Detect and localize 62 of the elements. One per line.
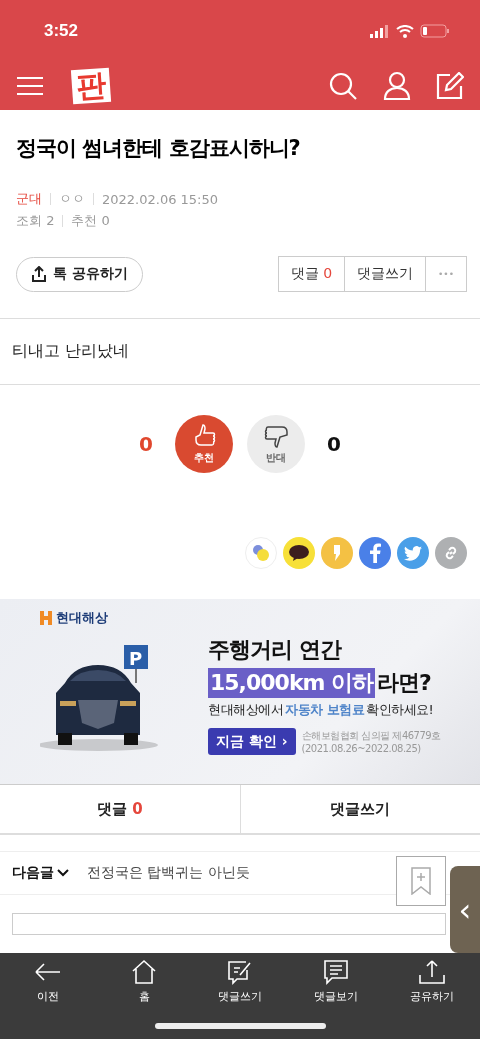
thumbs-up-icon	[192, 423, 216, 449]
battery-icon	[420, 24, 450, 38]
back-nav-button[interactable]: 이전	[0, 959, 96, 1007]
write-nav-button[interactable]: 댓글쓰기	[192, 959, 288, 1007]
ad-brand: 현대해상	[40, 609, 200, 627]
ad-headline: 주행거리 연간	[208, 636, 343, 664]
bookmark-add-icon	[411, 867, 431, 895]
chevron-down-icon	[57, 869, 69, 877]
status-time: 3:52	[44, 21, 79, 41]
ad-fine-print-dates: (2021.08.26~2022.08.25)	[301, 743, 422, 754]
pen-bubble-icon	[226, 959, 254, 985]
menu-icon[interactable]	[16, 76, 44, 96]
post-date: 2022.02.06 15:50	[102, 191, 219, 207]
post-title: 정국이 썸녀한테 호감표시하니?	[15, 135, 301, 162]
ad-subtext-highlight: 자동차 보험료	[285, 701, 365, 719]
home-icon	[130, 959, 158, 985]
signal-icon	[370, 24, 390, 38]
share-icon	[418, 959, 446, 985]
bird-icon	[404, 545, 422, 561]
facebook-share-button[interactable]	[359, 537, 391, 569]
speech-bubble-icon	[322, 959, 350, 985]
wifi-icon	[396, 24, 414, 38]
post-author: ㅇㅇ	[59, 190, 85, 208]
talk-share-button[interactable]: 톡 공유하기	[16, 256, 143, 292]
ad-fine-print: 손해보험협회 심의필 제46779호	[301, 729, 441, 743]
next-post-toggle[interactable]: 다음글	[12, 864, 69, 882]
view-nav-button[interactable]: 댓글보기	[288, 959, 384, 1007]
next-post-title[interactable]: 전정국은 탑백귀는 아닌듯	[87, 864, 250, 882]
view-count: 조회 2	[16, 212, 55, 230]
bookmark-button[interactable]	[396, 856, 446, 906]
thumbs-down-icon	[264, 423, 288, 449]
downvote-button[interactable]: 반대	[247, 415, 305, 473]
like-count: 추천 0	[71, 212, 110, 230]
ad-highlight: 15,000km 이하	[208, 668, 376, 698]
link-share-button[interactable]	[435, 537, 467, 569]
edit-icon[interactable]	[436, 72, 464, 100]
speech-bubble-share-button[interactable]	[283, 537, 315, 569]
brand-logo-icon	[40, 611, 52, 625]
upvote-button[interactable]: 추천	[175, 415, 233, 473]
user-icon[interactable]	[382, 71, 412, 101]
post-category[interactable]: 군대	[16, 190, 42, 208]
search-icon[interactable]	[328, 71, 358, 101]
blog-share-button[interactable]	[245, 537, 277, 569]
ad-banner[interactable]: 현대해상 P 주행거리 연간 15,000km 이하 라면? 현대해상에서 자동차 보험료확인하세요! 지금 확인 › 손해보험협회 심의필 제46779호 (2021.08.26~2022.08.25)	[0, 599, 480, 785]
picture: P	[40, 645, 170, 755]
side-panel-handle[interactable]: ‹	[450, 866, 480, 953]
comma-icon	[332, 544, 342, 562]
site-logo[interactable]: 판	[70, 67, 112, 105]
ad-subtext-end: 확인하세요!	[366, 701, 434, 719]
speech-bubble-icon	[288, 545, 310, 561]
upload-icon	[31, 266, 47, 282]
bird-share-button[interactable]	[397, 537, 429, 569]
two-dots-icon	[251, 543, 271, 563]
upvote-count: 0	[138, 432, 154, 456]
share-nav-button[interactable]: 공유하기	[384, 959, 480, 1007]
facebook-icon	[369, 543, 381, 563]
post-body: 티내고 난리났네	[0, 319, 480, 385]
ad-cta-button[interactable]: 지금 확인 ›	[208, 728, 296, 755]
ad-headline-suffix: 라면?	[377, 669, 431, 697]
home-nav-button[interactable]: 홈	[96, 959, 192, 1007]
ad-subtext: 현대해상에서	[208, 701, 283, 719]
downvote-count: 0	[326, 432, 342, 456]
